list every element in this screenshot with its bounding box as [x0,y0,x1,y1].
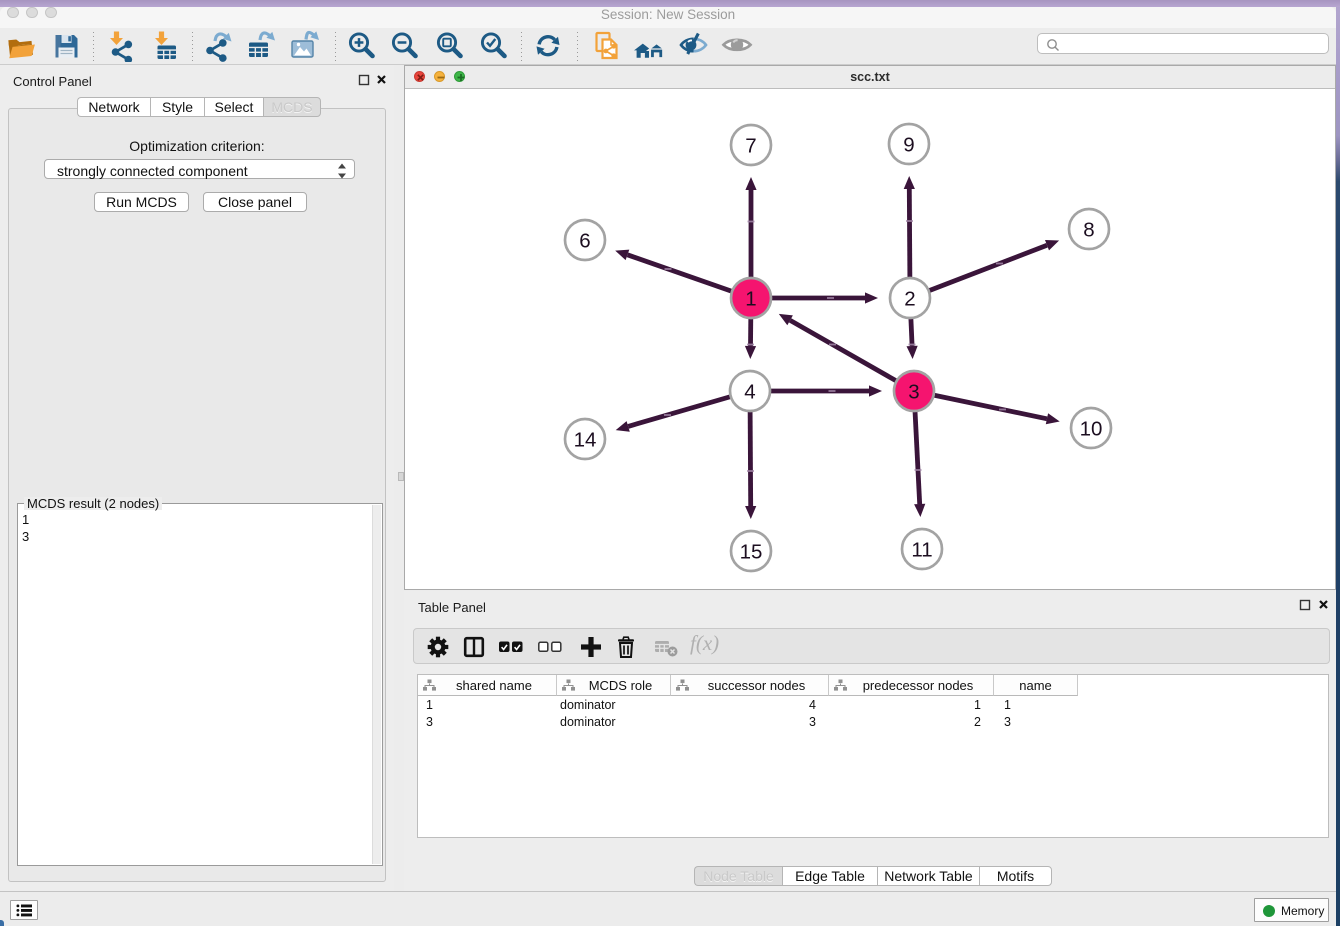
svg-text:4: 4 [744,380,755,403]
svg-text:3: 3 [908,380,919,403]
svg-text:9: 9 [903,133,914,156]
svg-text:10: 10 [1080,417,1103,440]
svg-text:2: 2 [904,287,915,310]
svg-text:7: 7 [745,134,756,157]
svg-text:8: 8 [1083,218,1094,241]
svg-text:14: 14 [574,428,597,451]
svg-text:15: 15 [740,540,763,563]
svg-text:11: 11 [911,538,932,561]
svg-text:1: 1 [745,287,756,310]
svg-text:6: 6 [579,229,590,252]
